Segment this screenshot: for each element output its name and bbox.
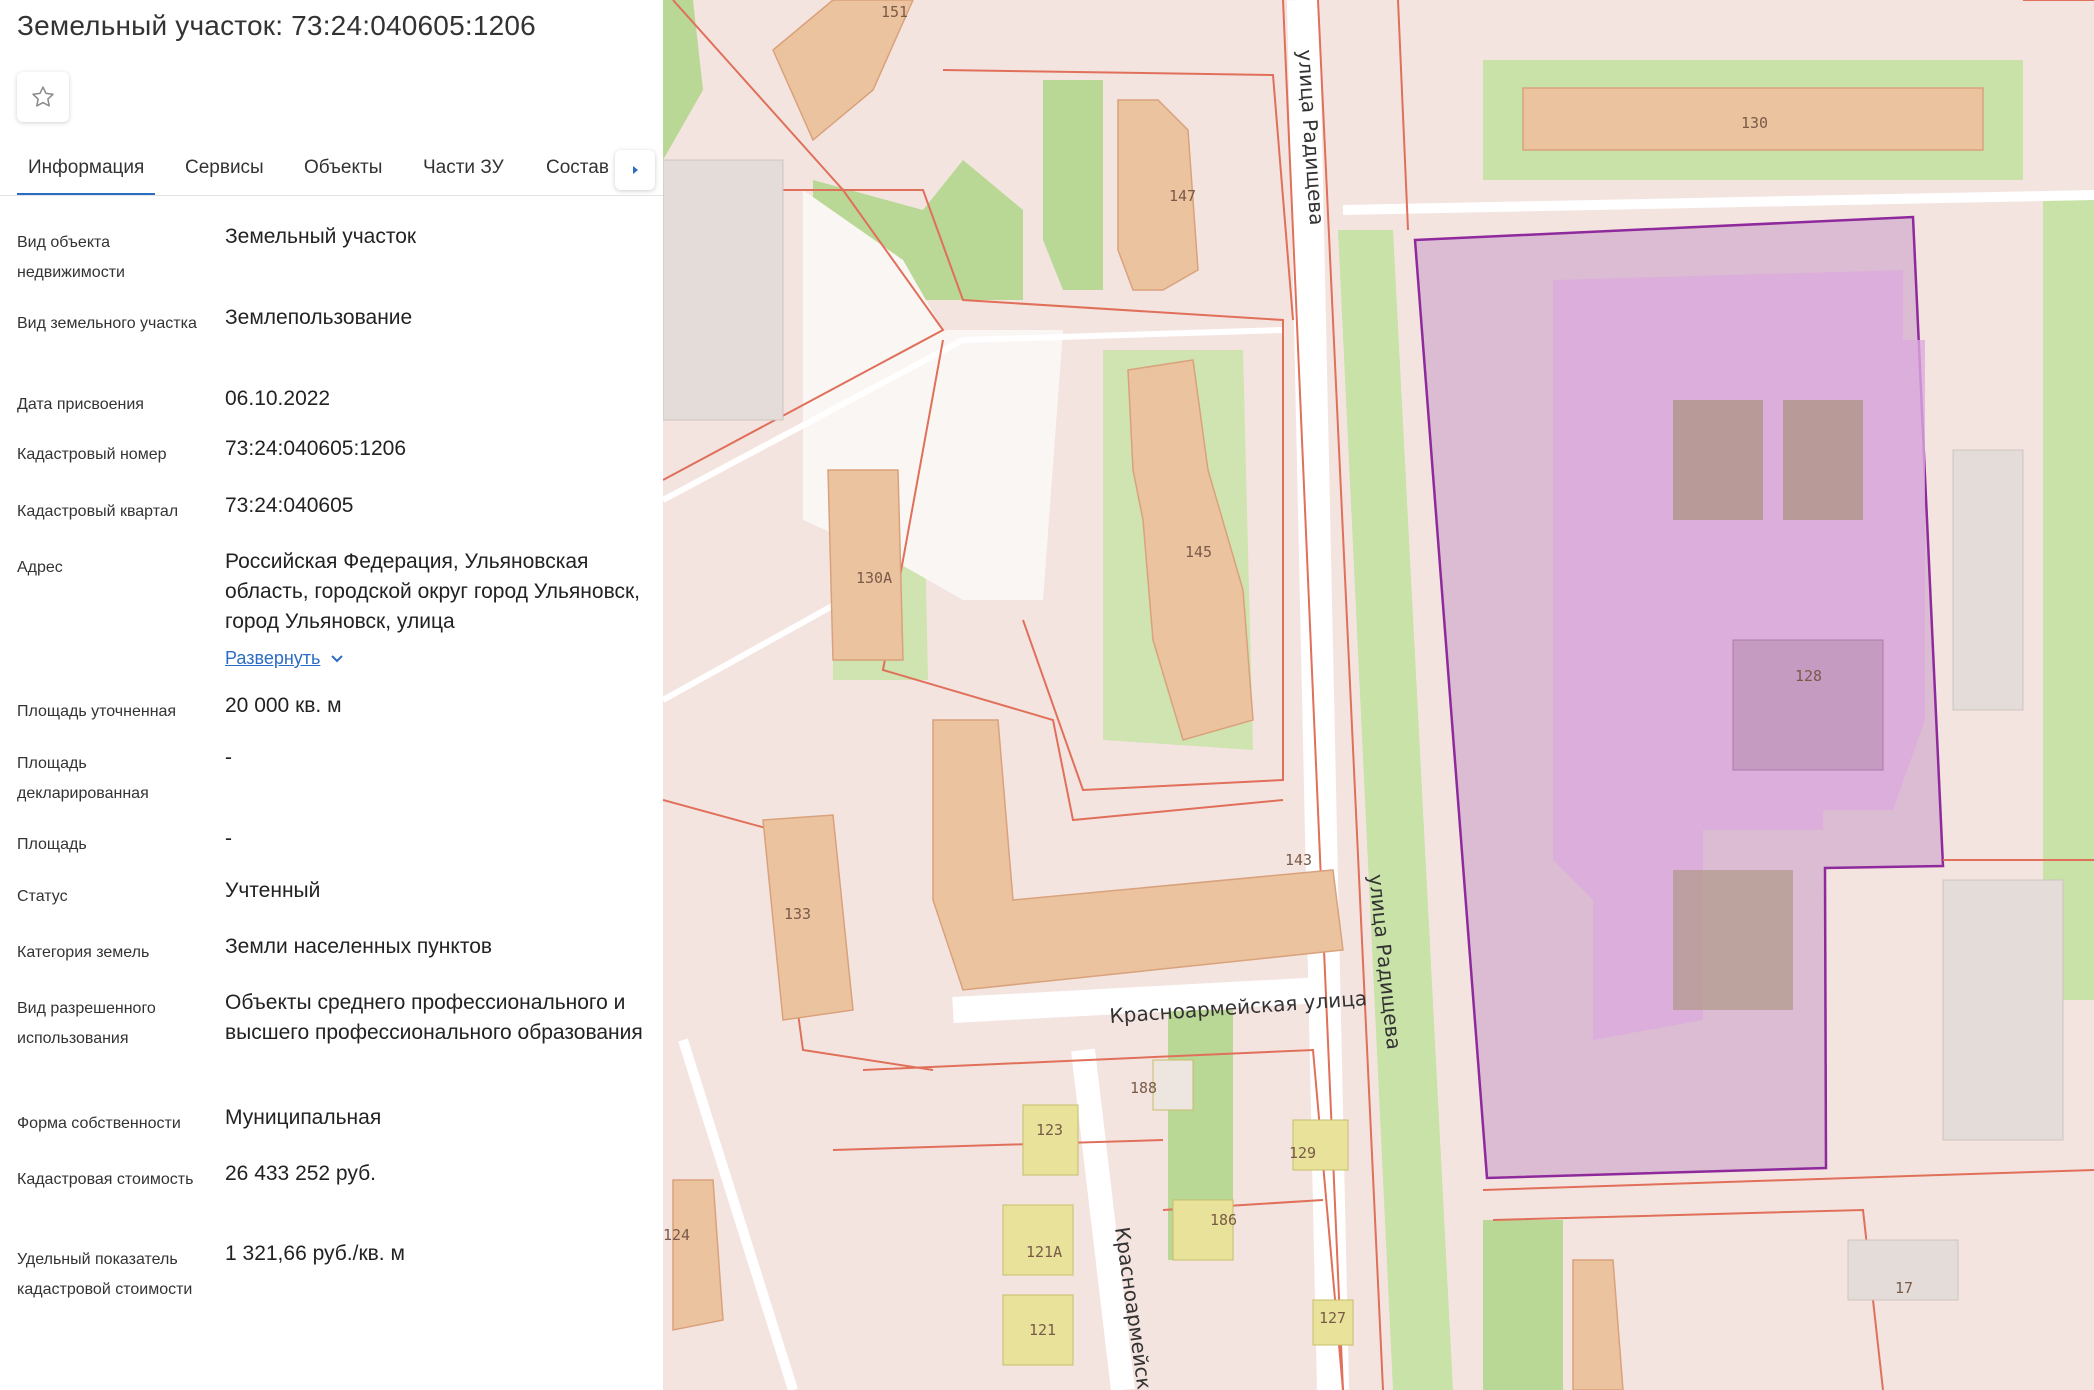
building-label: 128 xyxy=(1795,667,1822,685)
field-label: Кадастровый номер xyxy=(17,446,167,463)
building-128[interactable] xyxy=(1732,639,1884,771)
tab-parts[interactable]: Части ЗУ xyxy=(423,143,504,193)
field-value: - xyxy=(225,827,232,850)
field-label: Кадастровая стоимость xyxy=(17,1171,194,1188)
building-186[interactable] xyxy=(1172,1199,1234,1261)
chevron-down-icon xyxy=(331,654,344,662)
green-area xyxy=(1483,1220,1563,1390)
field-value: 06.10.2022 xyxy=(225,387,331,410)
field-value: Учтенный xyxy=(225,879,321,902)
building-label: 124 xyxy=(663,1226,690,1244)
green-area xyxy=(1043,80,1103,290)
expand-address-link[interactable]: Развернуть xyxy=(225,648,344,669)
building-label: 121 xyxy=(1029,1321,1056,1339)
building-188[interactable] xyxy=(1152,1059,1194,1111)
building-label: 123 xyxy=(1036,1121,1063,1139)
tab-info[interactable]: Информация xyxy=(17,143,156,195)
field-label: Форма собственности xyxy=(17,1115,181,1132)
field-value: 20 000 кв. м xyxy=(225,694,342,717)
field-label: Вид разрешенного использования xyxy=(17,1000,156,1047)
field-value: Земельный участок xyxy=(225,225,417,248)
gray-building xyxy=(1942,879,2064,1141)
field-label: Дата присвоения xyxy=(17,396,144,413)
field-value: 26 433 252 руб. xyxy=(225,1162,376,1185)
map-canvas[interactable]: 151 130 147 130А 145 128 143 133 188 123… xyxy=(663,0,2094,1390)
cadastral-map[interactable]: 151 130 147 130А 145 128 143 133 188 123… xyxy=(663,0,2094,1390)
page-title: Земельный участок: 73:24:040605:1206 xyxy=(17,10,536,41)
favorite-button[interactable] xyxy=(17,72,69,122)
field-label: Категория земель xyxy=(17,944,150,961)
info-panel: Земельный участок: 73:24:040605:1206 Инф… xyxy=(0,0,663,1390)
building-label: 188 xyxy=(1130,1079,1157,1097)
field-label: Вид объекта недвижимости xyxy=(17,234,125,281)
field-label: Статус xyxy=(17,888,68,905)
expand-label: Развернуть xyxy=(225,648,321,668)
field-value: 73:24:040605:1206 xyxy=(225,437,407,460)
field-label: Площадь xyxy=(17,836,87,853)
field-label: Адрес xyxy=(17,559,63,576)
field-label: Площадь декларированная xyxy=(17,755,149,802)
courtyard xyxy=(1673,870,1793,1010)
field-value: Земли населенных пунктов xyxy=(225,935,493,958)
star-outline-icon xyxy=(32,86,54,107)
building-label: 147 xyxy=(1169,187,1196,205)
building-label: 186 xyxy=(1210,1211,1237,1229)
building-label: 121А xyxy=(1026,1243,1062,1261)
caret-right-icon xyxy=(633,166,638,174)
building-label: 143 xyxy=(1285,851,1312,869)
field-value: Объекты среднего профессионального и выс… xyxy=(225,991,643,1044)
gray-building xyxy=(1952,449,2024,711)
field-value: 1 321,66 руб./кв. м xyxy=(225,1242,405,1265)
tab-bar: Информация Сервисы Объекты Части ЗУ Сост… xyxy=(0,143,663,196)
building-label: 130А xyxy=(856,569,892,587)
courtyard xyxy=(1673,400,1763,520)
building-121a[interactable] xyxy=(1002,1204,1074,1276)
field-value: Российская Федерация, Ульяновская област… xyxy=(225,550,641,633)
building-label: 129 xyxy=(1289,1144,1316,1162)
building-label: 127 xyxy=(1319,1309,1346,1327)
courtyard xyxy=(1783,400,1863,520)
field-value: 73:24:040605 xyxy=(225,494,354,517)
building-label: 151 xyxy=(881,3,908,21)
field-value: - xyxy=(225,746,232,769)
field-label: Кадастровый квартал xyxy=(17,503,179,520)
gray-building xyxy=(663,159,784,421)
building-label: 145 xyxy=(1185,543,1212,561)
building-label: 130 xyxy=(1741,114,1768,132)
building-123[interactable] xyxy=(1022,1104,1079,1176)
tab-services[interactable]: Сервисы xyxy=(185,143,264,193)
building-label: 133 xyxy=(784,905,811,923)
building-130a[interactable] xyxy=(827,469,904,661)
field-label: Площадь уточненная xyxy=(17,703,177,720)
field-label: Удельный показатель кадастровой стоимост… xyxy=(17,1251,193,1298)
tab-objects[interactable]: Объекты xyxy=(304,143,382,193)
field-value: Муниципальная xyxy=(225,1106,382,1129)
field-value: Землепользование xyxy=(225,306,413,329)
building-label: 17 xyxy=(1895,1279,1913,1297)
tabs-scroll-right-button[interactable] xyxy=(615,150,655,190)
field-label: Вид земельного участка xyxy=(17,315,197,332)
tab-composition[interactable]: Состав xyxy=(546,143,609,193)
